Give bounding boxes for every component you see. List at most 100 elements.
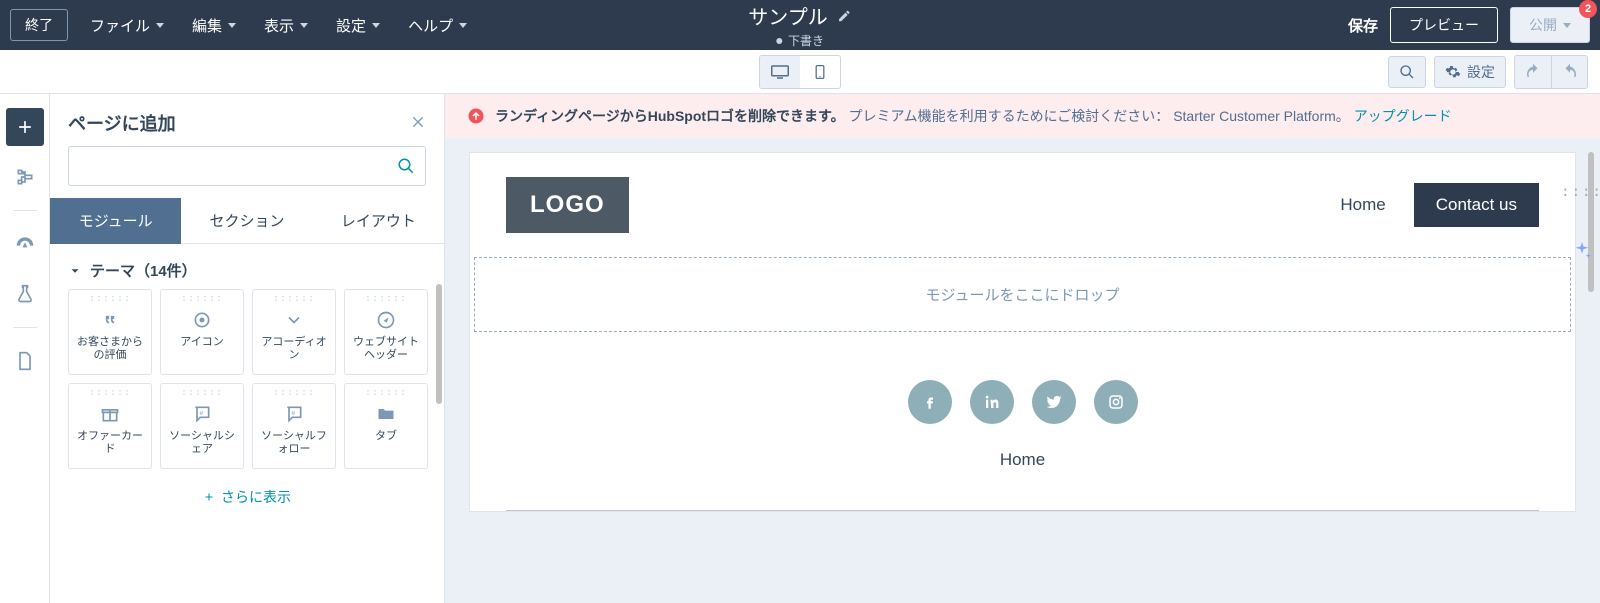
drag-handle-icon: :::::: bbox=[365, 390, 407, 396]
nav-home-link[interactable]: Home bbox=[1340, 195, 1385, 215]
target-icon bbox=[192, 310, 212, 330]
drag-handle-icon: :::::: bbox=[181, 296, 223, 302]
footer-divider bbox=[506, 510, 1539, 511]
file-icon bbox=[15, 351, 35, 371]
module-offer-card[interactable]: ::::::オファーカード bbox=[68, 383, 152, 469]
drag-handle-icon[interactable]: :::: bbox=[1561, 184, 1600, 200]
drag-handle-icon: :::::: bbox=[365, 296, 407, 302]
top-bar: 終了 ファイル 編集 表示 設定 ヘルプ サンプル 下書き 保存 プレビュー 公… bbox=[0, 0, 1600, 50]
sidebar-title: ページに追加 bbox=[68, 110, 176, 136]
instagram-link[interactable] bbox=[1094, 380, 1138, 424]
find-button[interactable] bbox=[1388, 56, 1426, 88]
chevron-down-icon bbox=[68, 264, 82, 278]
gift-icon bbox=[100, 404, 120, 424]
drag-handle-icon: :::::: bbox=[273, 296, 315, 302]
device-mobile-button[interactable] bbox=[800, 56, 840, 88]
redo-icon bbox=[1561, 63, 1579, 81]
facebook-link[interactable] bbox=[908, 380, 952, 424]
module-website-header[interactable]: ::::::ウェブサイトヘッダー bbox=[344, 289, 428, 375]
menu-edit[interactable]: 編集 bbox=[192, 15, 236, 36]
linkedin-icon bbox=[983, 393, 1001, 411]
page-preview: LOGO Home Contact us モジュールをここにドロップ Home bbox=[469, 152, 1576, 512]
sidebar-scrollbar[interactable] bbox=[436, 284, 442, 404]
sparkle-icon[interactable] bbox=[1571, 240, 1593, 262]
twitter-icon bbox=[1045, 393, 1063, 411]
status-dot-icon bbox=[776, 38, 782, 44]
close-sidebar-button[interactable] bbox=[410, 114, 426, 133]
desktop-icon bbox=[771, 65, 789, 79]
twitter-link[interactable] bbox=[1032, 380, 1076, 424]
alert-bold: ランディングページからHubSpotロゴを削除できます。 bbox=[495, 108, 845, 124]
undo-button[interactable] bbox=[1515, 56, 1551, 88]
linkedin-link[interactable] bbox=[970, 380, 1014, 424]
menu-help[interactable]: ヘルプ bbox=[408, 15, 467, 36]
module-dropzone[interactable]: モジュールをここにドロップ bbox=[474, 257, 1571, 332]
svg-text:#: # bbox=[200, 410, 204, 417]
left-rail bbox=[0, 94, 50, 603]
undo-redo-group bbox=[1514, 55, 1588, 89]
svg-text:#: # bbox=[292, 410, 296, 417]
footer-home-link[interactable]: Home bbox=[470, 450, 1575, 470]
preview-logo[interactable]: LOGO bbox=[506, 177, 629, 233]
page-status: 下書き bbox=[788, 32, 824, 49]
hashtag-bubble-icon: # bbox=[192, 404, 212, 424]
module-search-input[interactable] bbox=[79, 158, 397, 174]
drag-handle-icon: :::::: bbox=[89, 390, 131, 396]
chevron-down-icon bbox=[228, 23, 236, 28]
upgrade-link[interactable]: アップグレード bbox=[1354, 108, 1452, 124]
tab-sections[interactable]: セクション bbox=[181, 198, 312, 244]
settings-button[interactable]: 設定 bbox=[1434, 56, 1506, 88]
chevron-down-icon bbox=[300, 23, 308, 28]
instagram-icon bbox=[1107, 393, 1125, 411]
module-testimonial[interactable]: ::::::お客さまからの評価 bbox=[68, 289, 152, 375]
chevron-down-icon bbox=[372, 23, 380, 28]
group-theme-header[interactable]: テーマ（14件） bbox=[50, 244, 444, 289]
chevron-down-icon bbox=[156, 23, 164, 28]
chevron-down-icon bbox=[1563, 23, 1571, 28]
menu-file[interactable]: ファイル bbox=[90, 15, 164, 36]
module-grid: ::::::お客さまからの評価 ::::::アイコン ::::::アコーディオン… bbox=[50, 289, 444, 469]
rail-optimize[interactable] bbox=[6, 225, 44, 263]
redo-button[interactable] bbox=[1551, 56, 1587, 88]
module-accordion[interactable]: ::::::アコーディオン bbox=[252, 289, 336, 375]
rail-add[interactable] bbox=[6, 108, 44, 146]
sub-bar: 設定 bbox=[0, 50, 1600, 94]
rail-test[interactable] bbox=[6, 275, 44, 313]
upgrade-alert: ランディングページからHubSpotロゴを削除できます。 プレミアム機能を利用す… bbox=[445, 94, 1600, 138]
drag-handle-icon: :::::: bbox=[89, 296, 131, 302]
alert-text: プレミアム機能を利用するためにご検討ください： bbox=[849, 108, 1170, 124]
module-icon[interactable]: ::::::アイコン bbox=[160, 289, 244, 375]
save-label[interactable]: 保存 bbox=[1348, 15, 1378, 36]
exit-button[interactable]: 終了 bbox=[10, 9, 68, 41]
gauge-icon bbox=[15, 234, 35, 254]
tab-layout[interactable]: レイアウト bbox=[313, 198, 444, 244]
search-icon bbox=[1399, 64, 1415, 80]
social-links bbox=[470, 380, 1575, 424]
publish-button[interactable]: 公開 2 bbox=[1510, 7, 1590, 43]
plus-icon bbox=[203, 491, 215, 503]
edit-title-icon[interactable] bbox=[838, 9, 852, 23]
preview-button[interactable]: プレビュー bbox=[1390, 7, 1498, 43]
menu-settings[interactable]: 設定 bbox=[336, 15, 380, 36]
floating-right-rail: :::: bbox=[1564, 164, 1600, 262]
page-title-block: サンプル 下書き bbox=[748, 1, 851, 49]
rail-contents[interactable] bbox=[6, 158, 44, 196]
preview-header: LOGO Home Contact us bbox=[470, 153, 1575, 257]
upgrade-icon bbox=[467, 107, 485, 125]
module-tab[interactable]: ::::::タブ bbox=[344, 383, 428, 469]
module-social-follow[interactable]: ::::::#ソーシャルフォロー bbox=[252, 383, 336, 469]
tree-icon bbox=[15, 167, 35, 187]
undo-icon bbox=[1524, 63, 1542, 81]
contact-us-button[interactable]: Contact us bbox=[1414, 183, 1539, 227]
device-desktop-button[interactable] bbox=[760, 56, 800, 88]
sidebar-tabs: モジュール セクション レイアウト bbox=[50, 198, 444, 244]
rail-file[interactable] bbox=[6, 342, 44, 380]
show-more-button[interactable]: さらに表示 bbox=[50, 469, 444, 525]
hashtag-bubble-icon: # bbox=[284, 404, 304, 424]
tab-modules[interactable]: モジュール bbox=[50, 198, 181, 244]
chevron-down-icon bbox=[284, 310, 304, 330]
module-social-share[interactable]: ::::::#ソーシャルシェア bbox=[160, 383, 244, 469]
close-icon bbox=[410, 114, 426, 130]
search-icon bbox=[397, 157, 415, 175]
menu-view[interactable]: 表示 bbox=[264, 15, 308, 36]
